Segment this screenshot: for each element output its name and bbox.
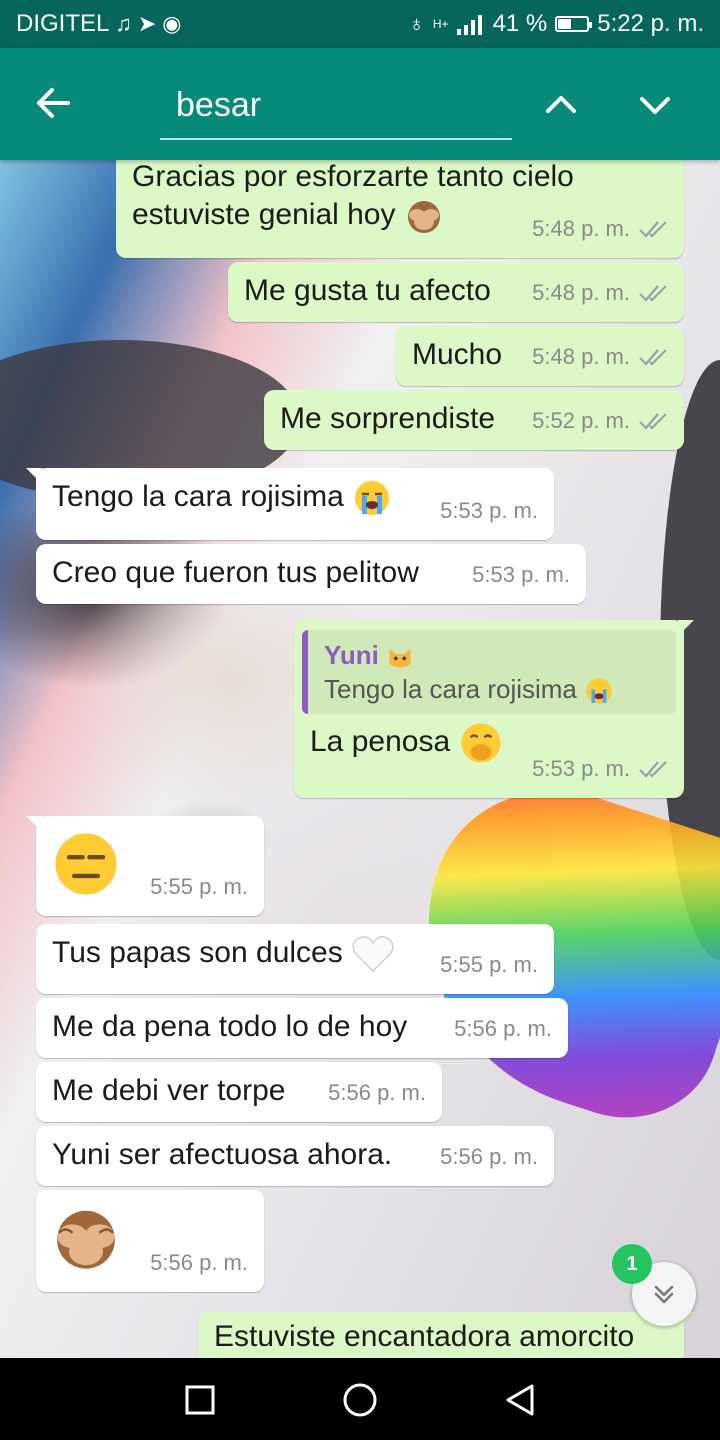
message-time: 5:55 p. m.	[440, 952, 538, 977]
double-check-icon	[639, 221, 667, 238]
bubble-tail	[678, 620, 694, 636]
loudly-crying-face-icon	[355, 481, 390, 516]
message-bubble[interactable]: Creo que fueron tus pelitow 5:53 p. m.	[36, 544, 586, 604]
signal-strength-icon	[456, 15, 482, 35]
battery-percent: 41 %	[492, 10, 548, 37]
media-play-icon: ◉	[162, 11, 182, 36]
message-time: 5:48 p. m.	[532, 338, 668, 376]
message-bubble[interactable]: Me sorprendiste 5:52 p. m.	[264, 390, 684, 450]
message-time: 5:56 p. m.	[440, 1144, 538, 1169]
nav-back-icon[interactable]	[498, 1378, 542, 1422]
quoted-sender-name: Yuni	[324, 640, 379, 670]
clock: 5:22 p. m.	[597, 10, 704, 37]
message-time: 5:56 p. m.	[454, 1016, 552, 1041]
see-no-evil-monkey-icon	[407, 201, 440, 234]
message-text: Me sorprendiste	[280, 402, 496, 435]
message-text: Me da pena todo lo de hoy	[52, 1010, 408, 1043]
double-check-icon	[639, 285, 667, 302]
message-text: Gracias por esforzarte tanto cielo	[132, 160, 574, 193]
message-time: 5:48 p. m.	[532, 210, 668, 248]
status-bar: DIGITEL ♫ ➤ ◉ ♁ H+ 41 % 5:22 p. m.	[0, 0, 720, 48]
network-type: H+	[432, 17, 449, 31]
message-bubble[interactable]: Me da pena todo lo de hoy 5:56 p. m.	[36, 998, 568, 1058]
search-input[interactable]	[160, 78, 490, 133]
message-bubble[interactable]: Tengo la cara rojisima 5:53 p. m.	[26, 468, 554, 540]
message-bubble[interactable]: Mucho 5:48 p. m.	[396, 326, 684, 386]
message-bubble[interactable]: 5:56 p. m.	[36, 1190, 264, 1292]
search-toolbar	[0, 48, 720, 160]
double-check-icon	[639, 413, 667, 430]
message-time: 5:53 p. m.	[440, 498, 538, 523]
message-bubble[interactable]: Gracias por esforzarte tanto cielo estuv…	[116, 148, 684, 258]
cat-face-icon	[389, 648, 411, 668]
message-text: Tengo la cara rojisima	[52, 480, 344, 513]
message-bubble[interactable]: Estuviste encantadora amorcito	[198, 1312, 694, 1358]
message-time: 5:53 p. m.	[532, 750, 668, 788]
chevron-down-icon[interactable]	[630, 80, 680, 130]
message-bubble[interactable]: Me gusta tu afecto 5:48 p. m.	[228, 262, 684, 322]
message-text: Mucho	[412, 338, 503, 371]
system-navigation-bar	[0, 1358, 720, 1440]
reply-message-bubble[interactable]: Yuni Tengo la cara rojisima La penosa 5:…	[294, 620, 694, 798]
message-bubble[interactable]: Me debi ver torpe 5:56 p. m.	[36, 1062, 442, 1122]
message-bubble[interactable]: Tus papas son dulces 5:55 p. m.	[36, 924, 554, 994]
back-arrow-icon[interactable]	[28, 78, 78, 128]
quoted-message[interactable]: Yuni Tengo la cara rojisima	[302, 630, 676, 715]
battery-icon	[555, 16, 593, 32]
message-text: Creo que fueron tus pelitow	[52, 556, 419, 589]
message-text: Estuviste encantadora amorcito	[214, 1320, 635, 1353]
loudly-crying-face-icon	[586, 678, 612, 704]
carrier-label: DIGITEL	[16, 10, 110, 37]
scroll-down-icon	[654, 1285, 674, 1304]
message-time: 5:55 p. m.	[150, 874, 248, 899]
nav-home-icon[interactable]	[338, 1378, 382, 1422]
message-text: Me debi ver torpe	[52, 1074, 286, 1107]
see-no-evil-monkey-icon	[57, 1210, 115, 1269]
unread-count-badge: 1	[612, 1244, 652, 1284]
bubble-tail	[26, 468, 42, 484]
message-time: 5:48 p. m.	[532, 274, 668, 312]
white-heart-icon	[352, 936, 394, 973]
message-bubble[interactable]: 5:55 p. m.	[26, 816, 264, 916]
message-text: Yuni ser afectuosa ahora.	[52, 1138, 393, 1171]
message-text: La penosa	[310, 725, 451, 759]
double-check-icon	[639, 349, 667, 366]
message-time: 5:56 p. m.	[328, 1080, 426, 1105]
double-check-icon	[639, 761, 667, 778]
nav-recents-icon[interactable]	[178, 1378, 222, 1422]
quoted-text: Tengo la cara rojisima	[324, 674, 577, 704]
message-time: 5:56 p. m.	[150, 1250, 248, 1275]
expressionless-face-icon	[55, 833, 117, 895]
message-time: 5:52 p. m.	[532, 402, 668, 440]
search-field[interactable]	[160, 78, 512, 140]
message-bubble[interactable]: Yuni ser afectuosa ahora. 5:56 p. m.	[36, 1126, 554, 1186]
headphones-icon: ♁	[408, 11, 425, 36]
chevron-up-icon[interactable]	[536, 80, 586, 130]
message-text: estuviste genial hoy	[132, 198, 396, 231]
message-time: 5:53 p. m.	[472, 562, 570, 587]
message-text: Me gusta tu afecto	[244, 274, 491, 307]
message-text: Tus papas son dulces	[52, 936, 343, 969]
bubble-tail	[26, 816, 42, 832]
face-with-hand-over-mouth-icon	[461, 723, 502, 763]
telegram-icon: ➤	[137, 11, 157, 36]
music-note-icon: ♫	[115, 11, 132, 36]
